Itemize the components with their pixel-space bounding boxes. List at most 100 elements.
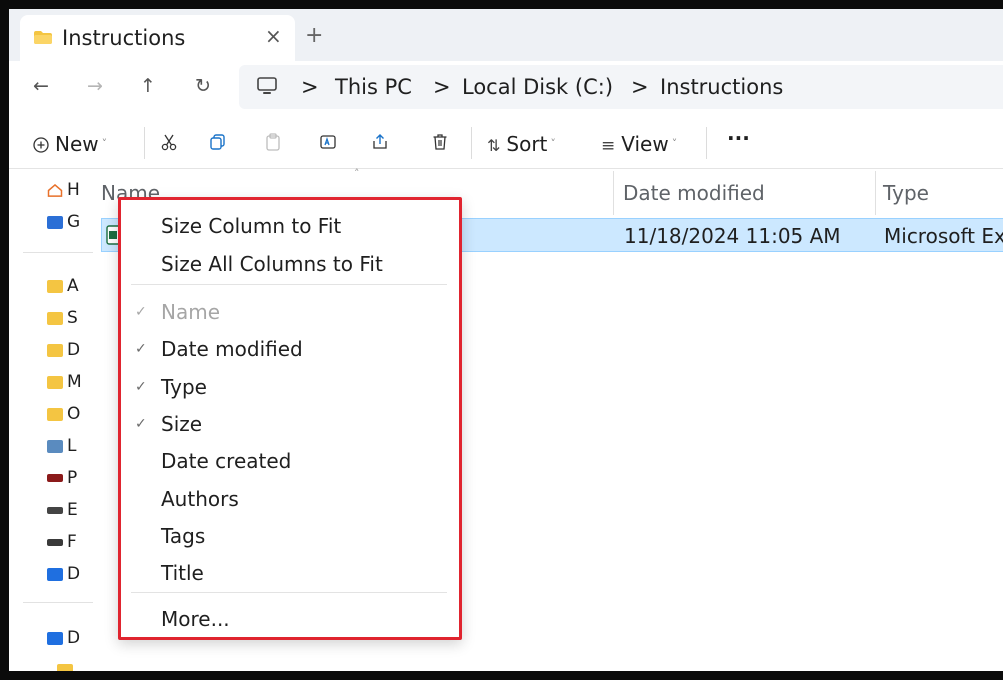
column-header-context-menu: Size Column to Fit Size All Columns to Fi… bbox=[118, 197, 462, 640]
column-header-date-modified[interactable]: Date modified bbox=[623, 171, 765, 215]
menu-separator bbox=[131, 284, 447, 285]
menu-item-size[interactable]: ✓ Size bbox=[121, 406, 459, 442]
toolbar-divider bbox=[471, 127, 472, 159]
sidebar-item-home[interactable]: H bbox=[47, 180, 87, 200]
folder-icon bbox=[34, 31, 52, 44]
plus-circle-icon bbox=[33, 137, 49, 153]
new-button[interactable]: New ˅ bbox=[33, 131, 107, 157]
breadcrumb-this-pc[interactable]: This PC bbox=[335, 74, 412, 100]
paste-icon[interactable] bbox=[264, 133, 282, 151]
menu-item-label: Tags bbox=[161, 524, 206, 548]
chevron-down-icon: ˅ bbox=[101, 137, 108, 150]
menu-item-name: ✓ Name bbox=[121, 294, 459, 330]
command-bar: New ˅ ⇅ Sort ˅ ≡ View ˅ ··· bbox=[9, 117, 1003, 169]
sidebar-item-dropbox[interactable]: D bbox=[47, 564, 87, 584]
folder-icon bbox=[47, 407, 63, 421]
menu-item-label: Date created bbox=[161, 449, 292, 473]
home-icon bbox=[47, 183, 63, 197]
menu-separator bbox=[131, 592, 447, 593]
file-type-cell: Microsoft Ex bbox=[884, 224, 1003, 248]
menu-item-label: Size All Columns to Fit bbox=[161, 252, 383, 276]
breadcrumb-separator: > bbox=[433, 75, 451, 99]
refresh-icon[interactable]: ↻ bbox=[195, 75, 211, 97]
sidebar-item-p[interactable]: P bbox=[47, 468, 87, 488]
sidebar-item-e[interactable]: E bbox=[47, 500, 87, 520]
breadcrumb-separator: > bbox=[301, 75, 319, 99]
sidebar-item-dropbox-2[interactable]: D bbox=[47, 628, 87, 648]
menu-item-label: More... bbox=[161, 607, 230, 631]
menu-item-more[interactable]: More... bbox=[121, 601, 459, 637]
sidebar-item-o[interactable]: O bbox=[47, 404, 87, 424]
sidebar-item-m[interactable]: M bbox=[47, 372, 87, 392]
title-bar: Instructions × + bbox=[9, 9, 1003, 61]
copy-icon[interactable] bbox=[209, 133, 227, 151]
back-arrow-icon[interactable]: ← bbox=[33, 75, 49, 97]
folder-icon bbox=[47, 375, 63, 389]
menu-item-date-modified[interactable]: ✓ Date modified bbox=[121, 331, 459, 367]
menu-item-tags[interactable]: Tags bbox=[121, 518, 459, 554]
more-options-button[interactable]: ··· bbox=[727, 125, 750, 151]
sidebar-item-gallery[interactable]: G bbox=[47, 212, 87, 232]
drive-icon bbox=[47, 538, 63, 546]
view-label: View bbox=[621, 132, 669, 156]
rename-icon[interactable] bbox=[319, 133, 337, 151]
checkmark-icon: ✓ bbox=[135, 304, 147, 320]
breadcrumb-instructions[interactable]: Instructions bbox=[660, 74, 783, 100]
menu-item-label: Size bbox=[161, 412, 203, 436]
new-tab-button[interactable]: + bbox=[305, 25, 323, 47]
column-header-type[interactable]: Type bbox=[883, 171, 929, 215]
sort-button[interactable]: ⇅ Sort ˅ bbox=[487, 131, 556, 159]
menu-item-label: Name bbox=[161, 300, 221, 324]
folder-icon bbox=[47, 343, 63, 357]
sidebar-item-s[interactable]: S bbox=[47, 308, 87, 328]
tab-instructions[interactable]: Instructions × bbox=[20, 15, 295, 61]
sidebar-divider bbox=[23, 252, 93, 253]
menu-item-title[interactable]: Title bbox=[121, 555, 459, 591]
sidebar-item-a[interactable]: A bbox=[47, 276, 87, 296]
toolbar-divider bbox=[144, 127, 145, 159]
address-row: ← → ↑ ↻ > This PC > Local Disk (C:) > In… bbox=[9, 61, 1003, 117]
chevron-down-icon: ˅ bbox=[550, 137, 556, 150]
menu-item-label: Authors bbox=[161, 487, 239, 511]
column-divider[interactable] bbox=[613, 171, 614, 215]
dropbox-icon bbox=[47, 631, 63, 645]
menu-item-label: Type bbox=[161, 375, 207, 399]
sidebar-item-d[interactable]: D bbox=[47, 340, 87, 360]
view-icon: ≡ bbox=[601, 136, 616, 156]
menu-item-label: Size Column to Fit bbox=[161, 214, 342, 238]
usb-drive-icon bbox=[47, 474, 63, 482]
breadcrumb-local-disk[interactable]: Local Disk (C:) bbox=[462, 74, 613, 100]
sidebar-item-f[interactable]: F bbox=[47, 532, 87, 552]
menu-item-size-column-to-fit[interactable]: Size Column to Fit bbox=[121, 208, 459, 244]
menu-item-size-all-columns-to-fit[interactable]: Size All Columns to Fit bbox=[121, 246, 459, 282]
sort-icon: ⇅ bbox=[487, 136, 501, 155]
dropbox-icon bbox=[47, 567, 63, 581]
forward-arrow-icon[interactable]: → bbox=[87, 75, 103, 97]
folder-sync-icon bbox=[57, 663, 73, 671]
menu-item-authors[interactable]: Authors bbox=[121, 481, 459, 517]
network-icon bbox=[47, 439, 63, 453]
up-arrow-icon[interactable]: ↑ bbox=[140, 75, 156, 97]
toolbar-divider bbox=[706, 127, 707, 159]
share-icon[interactable] bbox=[371, 133, 389, 151]
folder-icon bbox=[47, 279, 63, 293]
address-bar[interactable]: > This PC > Local Disk (C:) > Instructio… bbox=[239, 65, 1003, 109]
gallery-icon bbox=[47, 215, 63, 229]
column-divider[interactable] bbox=[875, 171, 876, 215]
checkmark-icon: ✓ bbox=[135, 379, 147, 395]
menu-item-type[interactable]: ✓ Type bbox=[121, 369, 459, 405]
breadcrumb-separator: > bbox=[631, 75, 649, 99]
sidebar-item-l[interactable]: L bbox=[47, 436, 87, 456]
menu-item-date-created[interactable]: Date created bbox=[121, 443, 459, 479]
tab-title: Instructions bbox=[62, 26, 186, 50]
sidebar-item-folder[interactable] bbox=[57, 660, 97, 671]
computer-icon bbox=[257, 77, 277, 94]
drive-icon bbox=[47, 506, 63, 514]
view-button[interactable]: ≡ View ˅ bbox=[601, 131, 677, 159]
file-date-modified-cell: 11/18/2024 11:05 AM bbox=[624, 224, 841, 248]
close-tab-icon[interactable]: × bbox=[265, 24, 282, 48]
cut-icon[interactable] bbox=[160, 133, 178, 151]
trash-icon[interactable] bbox=[431, 133, 449, 151]
chevron-down-icon: ˅ bbox=[671, 137, 678, 150]
sort-label: Sort bbox=[506, 132, 548, 156]
